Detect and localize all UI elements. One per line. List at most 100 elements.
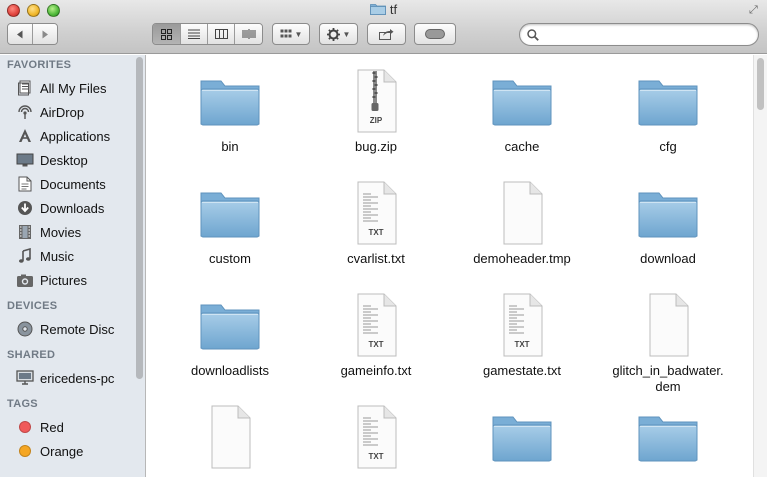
file-item[interactable]: glshaders.cfg [160, 397, 300, 477]
sidebar-item-label: Red [40, 419, 64, 435]
folder-icon [490, 69, 554, 133]
folder-icon [198, 293, 262, 357]
pc-icon [15, 369, 35, 387]
folder-item[interactable]: cache [452, 61, 592, 161]
applications-icon [15, 127, 35, 145]
file-name: glitch_in_badwater. dem [612, 363, 724, 394]
file-name: bin [221, 139, 239, 154]
zip-file-icon: ZIP [344, 69, 408, 133]
folder-item[interactable]: download [598, 173, 738, 273]
coverflow-view-button[interactable] [235, 24, 262, 44]
folder-icon [490, 405, 554, 469]
documents-icon [15, 175, 35, 193]
text-file-icon: TXT [344, 181, 408, 245]
sidebar-header-favorites: FAVORITES [7, 59, 72, 71]
svg-text:TXT: TXT [368, 340, 383, 349]
file-item[interactable]: TXT gameinfo.txt [306, 285, 446, 385]
content-scrollbar[interactable] [753, 55, 767, 477]
sidebar-item-remote-disc[interactable]: Remote Disc [0, 318, 134, 340]
file-item[interactable]: glitch_in_badwater. dem [598, 285, 738, 394]
gear-icon [326, 27, 340, 41]
file-item[interactable]: demoheader.tmp [452, 173, 592, 273]
icon-view-icon [161, 28, 172, 40]
sidebar-header-devices: DEVICES [7, 300, 58, 312]
text-file-icon: TXT [344, 405, 408, 469]
content-scroll-thumb[interactable] [757, 58, 764, 110]
svg-text:TXT: TXT [368, 228, 383, 237]
folder-item[interactable]: custom [160, 173, 300, 273]
tag-color-dot [19, 421, 31, 433]
folder-item[interactable]: cfg [598, 61, 738, 161]
folder-item[interactable]: materials [598, 397, 738, 477]
sidebar-item-orange[interactable]: Orange [0, 440, 134, 462]
sidebar-item-ericedens-pc[interactable]: ericedens-pc [0, 367, 134, 389]
back-arrow-icon [16, 30, 23, 38]
downloads-icon [15, 199, 35, 217]
sidebar-scroll-thumb[interactable] [136, 57, 143, 379]
action-button[interactable]: ▼ [319, 23, 358, 45]
sidebar-header-tags: TAGS [7, 398, 38, 410]
sidebar-scrollbar[interactable] [135, 57, 143, 382]
chevron-down-icon: ▼ [342, 29, 351, 39]
sidebar-item-pictures[interactable]: Pictures [0, 269, 134, 291]
window-title-text: tf [389, 2, 398, 17]
list-view-icon [188, 29, 200, 39]
file-item[interactable]: TXT gamestate.txt [452, 285, 592, 385]
sidebar-item-desktop[interactable]: Desktop [0, 149, 134, 171]
share-button[interactable] [367, 23, 406, 45]
folder-item[interactable]: maps [452, 397, 592, 477]
sidebar-item-all-my-files[interactable]: All My Files [0, 77, 134, 99]
sidebar-item-documents[interactable]: Documents [0, 173, 134, 195]
column-view-button[interactable] [208, 24, 235, 44]
sidebar: FAVORITES All My Files AirDrop Applications… [0, 55, 146, 477]
tags-button[interactable] [414, 23, 456, 45]
sidebar-header-shared: SHARED [7, 349, 56, 361]
file-name: downloadlists [190, 363, 270, 378]
sidebar-item-downloads[interactable]: Downloads [0, 197, 134, 219]
all-files-icon [15, 79, 35, 97]
file-name: download [640, 251, 696, 266]
document-icon [198, 405, 262, 469]
file-name: gamestate.txt [482, 363, 562, 378]
sidebar-item-label: Music [40, 248, 74, 264]
tag-color-dot [19, 445, 31, 457]
movies-icon [15, 223, 35, 241]
search-input[interactable] [544, 27, 749, 42]
file-name: cvarlist.txt [347, 251, 405, 266]
file-item[interactable]: TXT cvarlist.txt [306, 173, 446, 273]
sidebar-item-movies[interactable]: Movies [0, 221, 134, 243]
window-title: tf [0, 2, 767, 17]
document-icon [636, 293, 700, 357]
column-view-icon [214, 29, 228, 39]
document-icon [490, 181, 554, 245]
search-field[interactable] [519, 23, 759, 46]
sidebar-item-music[interactable]: Music [0, 245, 134, 267]
file-name: demoheader.tmp [473, 251, 571, 266]
folder-item[interactable]: bin [160, 61, 300, 161]
arrange-button[interactable]: ▼ [272, 23, 310, 45]
folder-icon [198, 69, 262, 133]
fullscreen-icon[interactable]: ⤢ [749, 4, 761, 16]
sidebar-item-red[interactable]: Red [0, 416, 134, 438]
svg-text:ZIP: ZIP [370, 116, 383, 125]
file-item[interactable]: TXTitem_whitelist_exa [306, 397, 446, 477]
share-icon [379, 29, 394, 40]
folder-icon [636, 405, 700, 469]
sidebar-item-label: All My Files [40, 80, 107, 96]
sidebar-item-applications[interactable]: Applications [0, 125, 134, 147]
sidebar-item-label: AirDrop [40, 104, 85, 120]
back-button[interactable] [8, 24, 33, 44]
sidebar-item-label: Applications [40, 128, 111, 144]
window-toolbar: tf ⤢ ▼ ▼ [0, 0, 767, 54]
file-item[interactable]: ZIP bug.zip [306, 61, 446, 161]
file-name: cache [504, 139, 540, 154]
sidebar-item-label: Orange [40, 443, 84, 459]
list-view-button[interactable] [181, 24, 208, 44]
icon-view-button[interactable] [153, 24, 181, 44]
folder-item[interactable]: downloadlists [160, 285, 300, 385]
sidebar-item-airdrop[interactable]: AirDrop [0, 101, 134, 123]
forward-button[interactable] [32, 24, 57, 44]
sidebar-item-label: Desktop [40, 152, 88, 168]
svg-text:TXT: TXT [514, 340, 529, 349]
text-file-icon: TXT [490, 293, 554, 357]
